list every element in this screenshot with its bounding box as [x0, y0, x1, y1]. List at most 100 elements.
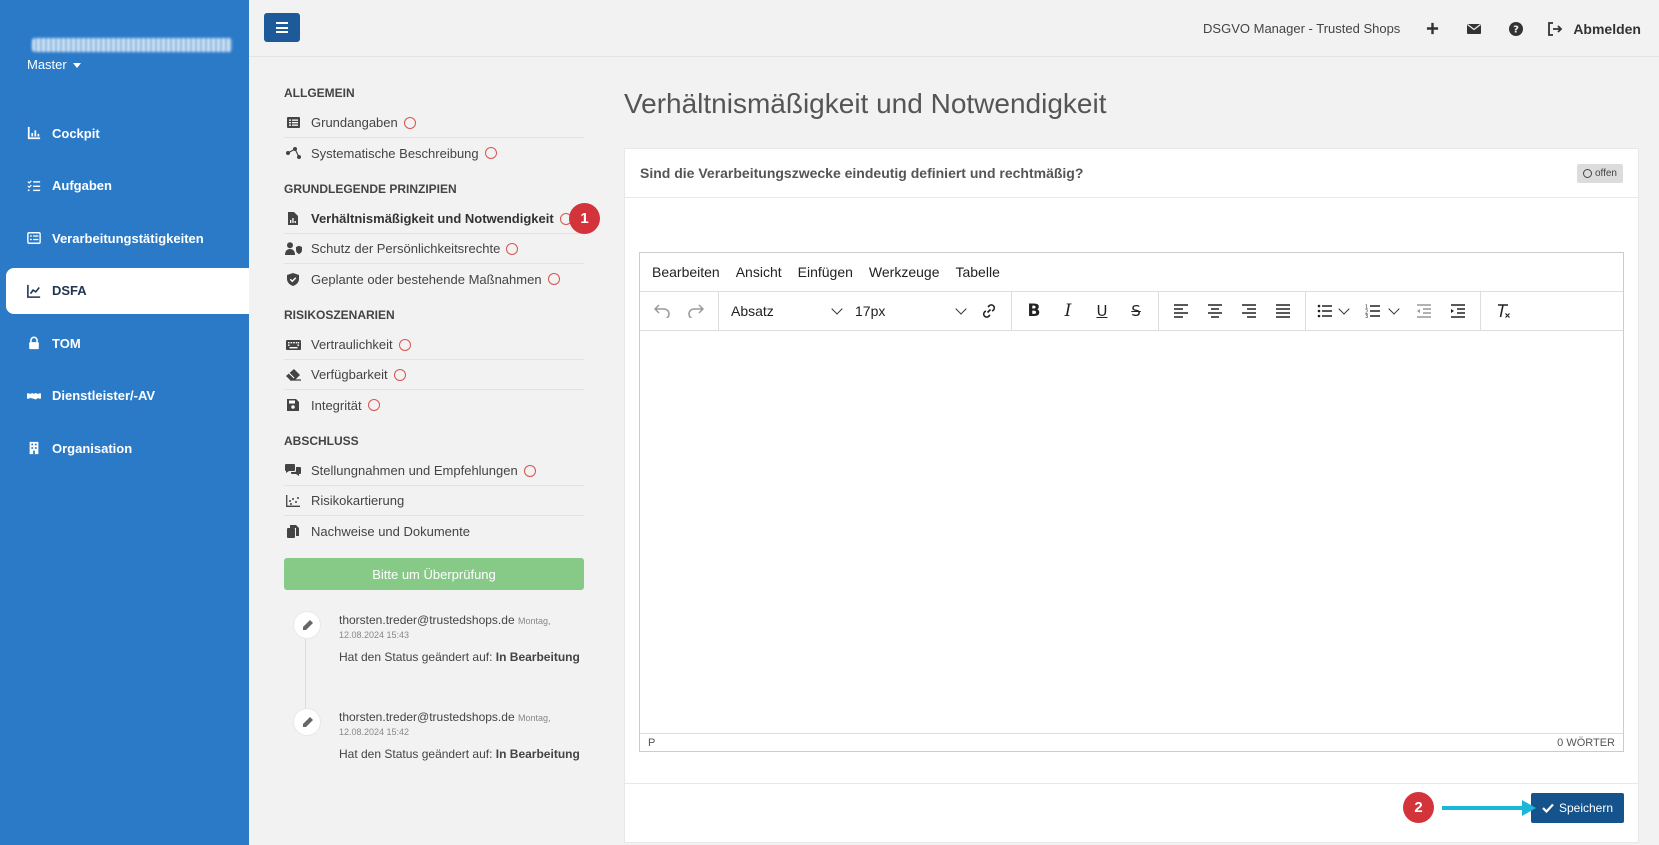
- editor-content-area[interactable]: [640, 331, 1623, 733]
- sidebar-item-aufgaben[interactable]: Aufgaben: [0, 163, 249, 209]
- help-icon[interactable]: ?: [1506, 19, 1526, 39]
- svg-text:?: ?: [1513, 24, 1519, 35]
- format-group: Absatz 17px: [719, 291, 1012, 331]
- pencil-icon: [294, 612, 320, 638]
- sidebar-item-dsfa[interactable]: DSFA: [6, 267, 249, 314]
- chevron-down-icon[interactable]: [1388, 303, 1400, 315]
- align-left-icon[interactable]: [1165, 296, 1197, 326]
- timeline-status: In Bearbeitung: [495, 650, 580, 664]
- sidebar-item-verarbeitungstaetigkeiten[interactable]: Verarbeitungstätigkeiten: [0, 215, 249, 261]
- annotation-arrow-head: [1522, 800, 1536, 816]
- outdent-icon[interactable]: [1408, 296, 1440, 326]
- block-format-select[interactable]: Absatz: [725, 296, 847, 326]
- timeline-user: thorsten.treder@trustedshops.de: [339, 710, 515, 724]
- list-group: 123: [1306, 291, 1481, 331]
- card-footer: Speichern: [625, 783, 1638, 843]
- logout-button[interactable]: Abmelden: [1548, 21, 1641, 37]
- section-item-geplante-massnahmen[interactable]: Geplante oder bestehende Maßnahmen: [284, 264, 584, 294]
- numbered-list-icon[interactable]: 123: [1360, 296, 1386, 326]
- annotation-arrow: [1442, 806, 1530, 810]
- word-count: 0 WÖRTER: [1557, 736, 1615, 749]
- section-item-label: Grundangaben: [311, 115, 398, 130]
- section-item-label: Geplante oder bestehende Maßnahmen: [311, 271, 542, 287]
- underline-icon[interactable]: U: [1086, 296, 1118, 326]
- timeline-entry: thorsten.treder@trustedshops.de Montag, …: [294, 709, 584, 806]
- section-item-integritaet[interactable]: Integrität: [284, 390, 584, 420]
- envelope-icon[interactable]: [1464, 19, 1484, 39]
- section-item-nachweise[interactable]: Nachweise und Dokumente: [284, 516, 584, 546]
- bullet-list-icon[interactable]: [1312, 296, 1338, 326]
- menu-bearbeiten[interactable]: Bearbeiten: [652, 264, 720, 280]
- status-open-icon: [403, 116, 416, 129]
- timeline-message: Hat den Status geändert auf:: [339, 650, 493, 664]
- section-item-verhaeltnismaessigkeit[interactable]: Verhältnismäßigkeit und Notwendigkeit 1: [284, 203, 600, 234]
- sidebar-item-cockpit[interactable]: Cockpit: [0, 110, 249, 156]
- clear-formatting-icon[interactable]: [1487, 296, 1519, 326]
- check-icon: [1542, 803, 1554, 813]
- bold-icon[interactable]: B: [1018, 296, 1050, 326]
- section-item-grundangaben[interactable]: Grundangaben: [284, 108, 584, 138]
- status-label: offen: [1594, 167, 1617, 179]
- section-item-label: Systematische Beschreibung: [311, 145, 479, 161]
- redo-icon[interactable]: [680, 296, 712, 326]
- section-group: Stellungnahmen und Empfehlungen Risikoka…: [284, 456, 584, 546]
- list-icon: [26, 230, 42, 246]
- chevron-down-icon[interactable]: [1338, 303, 1350, 315]
- plus-icon[interactable]: [1422, 19, 1442, 39]
- clear-format-group: [1481, 292, 1525, 331]
- page-title: Verhältnismäßigkeit und Notwendigkeit: [624, 88, 1107, 119]
- sidebar-item-tom[interactable]: TOM: [0, 320, 249, 366]
- section-item-verfuegbarkeit[interactable]: Verfügbarkeit: [284, 360, 584, 390]
- menu-tabelle[interactable]: Tabelle: [955, 264, 999, 280]
- menu-toggle-button[interactable]: [264, 13, 300, 42]
- section-item-risikokartierung[interactable]: Risikokartierung: [284, 486, 584, 516]
- copy-icon: [284, 524, 302, 538]
- status-badge[interactable]: offen: [1576, 163, 1623, 183]
- sidebar-item-organisation[interactable]: Organisation: [0, 425, 249, 471]
- section-item-label: Verfügbarkeit: [311, 367, 388, 382]
- link-icon[interactable]: [973, 296, 1005, 326]
- section-item-label: Risikokartierung: [311, 493, 405, 508]
- request-review-button[interactable]: Bitte um Überprüfung: [284, 558, 584, 590]
- alignment-group: [1159, 291, 1306, 331]
- top-bar: DSGVO Manager - Trusted Shops ? Abmelden: [249, 0, 1659, 57]
- section-item-schutz-persoenlichkeitsrechte[interactable]: Schutz der Persönlichkeitsrechte: [284, 234, 584, 264]
- font-size-select[interactable]: 17px: [849, 296, 971, 326]
- timeline-entry: thorsten.treder@trustedshops.de Montag, …: [294, 612, 584, 709]
- section-item-systematische-beschreibung[interactable]: Systematische Beschreibung: [284, 138, 584, 168]
- project-diagram-icon: [284, 147, 302, 159]
- menu-ansicht[interactable]: Ansicht: [736, 264, 782, 280]
- app-title: DSGVO Manager - Trusted Shops: [1203, 21, 1401, 36]
- menu-einfuegen[interactable]: Einfügen: [798, 264, 853, 280]
- indent-icon[interactable]: [1442, 296, 1474, 326]
- element-path[interactable]: P: [648, 737, 655, 749]
- align-right-icon[interactable]: [1233, 296, 1265, 326]
- undo-icon[interactable]: [646, 296, 678, 326]
- status-open-icon: [398, 338, 411, 351]
- timeline-date-day: Montag,: [517, 713, 551, 723]
- section-item-vertraulichkeit[interactable]: Vertraulichkeit: [284, 330, 584, 360]
- tenant-dropdown[interactable]: Master: [27, 57, 81, 72]
- strikethrough-icon[interactable]: S: [1120, 296, 1152, 326]
- status-open-icon: [547, 273, 560, 285]
- section-item-stellungnahmen[interactable]: Stellungnahmen und Empfehlungen: [284, 456, 584, 486]
- section-item-label: Stellungnahmen und Empfehlungen: [311, 463, 518, 478]
- status-open-icon: [484, 147, 497, 159]
- annotation-marker-1: 1: [569, 203, 600, 234]
- save-button[interactable]: Speichern: [1531, 793, 1624, 823]
- block-format-value: Absatz: [731, 303, 774, 319]
- lock-icon: [26, 335, 42, 351]
- section-group: Verhältnismäßigkeit und Notwendigkeit 1 …: [284, 203, 600, 294]
- menu-werkzeuge[interactable]: Werkzeuge: [869, 264, 940, 280]
- handshake-icon: [26, 388, 42, 404]
- history-group: [640, 291, 719, 331]
- font-size-value: 17px: [855, 303, 886, 319]
- sidebar-item-dienstleister[interactable]: Dienstleister/-AV: [0, 373, 249, 419]
- scatter-chart-icon: [284, 494, 302, 507]
- align-justify-icon[interactable]: [1267, 296, 1299, 326]
- editor-toolbar: Absatz 17px B I U S 1 2 3: [640, 291, 1623, 331]
- section-heading: RISIKOSZENARIEN: [284, 308, 395, 322]
- question-card: Sind die Verarbeitungszwecke eindeutig d…: [624, 148, 1639, 843]
- italic-icon[interactable]: I: [1052, 296, 1084, 326]
- align-center-icon[interactable]: [1199, 296, 1231, 326]
